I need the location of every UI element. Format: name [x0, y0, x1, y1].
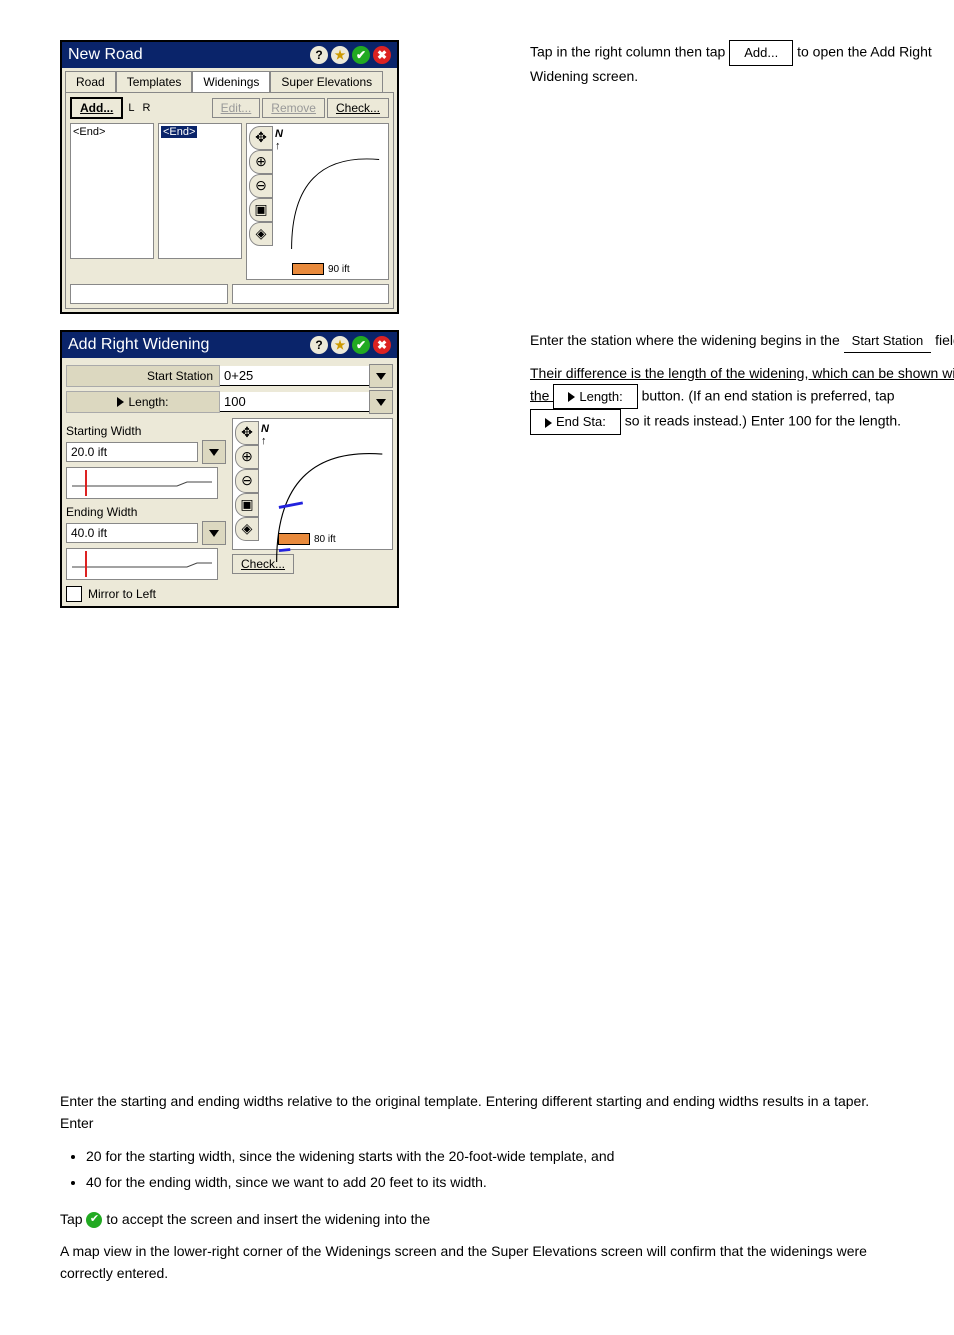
- body-text: Enter the starting and ending widths rel…: [60, 1090, 894, 1285]
- instruction-2: Enter the station where the widening beg…: [530, 330, 954, 435]
- star-icon[interactable]: ★: [331, 336, 349, 354]
- starting-width-dropdown[interactable]: [202, 440, 226, 464]
- pan-icon[interactable]: ✥: [235, 421, 259, 445]
- titlebar: Add Right Widening ? ★ ✔ ✖: [62, 332, 397, 358]
- end-sta-button-ref: End Sta:: [530, 409, 621, 435]
- start-station-dropdown[interactable]: [369, 364, 393, 388]
- close-icon[interactable]: ✖: [373, 46, 391, 64]
- tab-templates[interactable]: Templates: [116, 71, 193, 92]
- ok-icon: ✔: [86, 1212, 102, 1228]
- starting-width-input[interactable]: 20.0 ift: [66, 442, 198, 462]
- tab-road[interactable]: Road: [65, 71, 116, 92]
- tab-super-elevations[interactable]: Super Elevations: [270, 71, 383, 92]
- road-curve: [277, 142, 384, 249]
- zoom-out-icon[interactable]: ⊖: [235, 469, 259, 493]
- tab-widenings[interactable]: Widenings: [192, 71, 270, 92]
- start-station-ref: Start Station: [844, 330, 932, 353]
- help-icon[interactable]: ?: [310, 46, 328, 64]
- status-left: [70, 284, 228, 304]
- pan-icon[interactable]: ✥: [249, 126, 273, 150]
- length-toggle-button[interactable]: Length:: [66, 391, 220, 413]
- add-button[interactable]: Add...: [70, 97, 123, 119]
- help-icon[interactable]: ?: [310, 336, 328, 354]
- starting-width-preview: [66, 467, 218, 499]
- tab-strip: Road Templates Widenings Super Elevation…: [62, 68, 397, 92]
- right-list[interactable]: <End>: [158, 123, 242, 259]
- ending-width-label: Ending Width: [66, 505, 226, 519]
- zoom-extents-icon[interactable]: ▣: [249, 198, 273, 222]
- title-text: Add Right Widening: [68, 336, 209, 354]
- mirror-checkbox[interactable]: [66, 586, 82, 602]
- start-station-input[interactable]: 0+25: [220, 366, 369, 386]
- close-icon[interactable]: ✖: [373, 336, 391, 354]
- add-button-ref: Add...: [729, 40, 793, 66]
- length-button-ref: Length:: [553, 384, 637, 410]
- ending-width-dropdown[interactable]: [202, 521, 226, 545]
- zoom-in-icon[interactable]: ⊕: [249, 150, 273, 174]
- zoom-out-icon[interactable]: ⊖: [249, 174, 273, 198]
- ending-width-input[interactable]: 40.0 ift: [66, 523, 198, 543]
- length-dropdown[interactable]: [369, 390, 393, 414]
- left-list[interactable]: <End>: [70, 123, 154, 259]
- title-text: New Road: [68, 46, 143, 64]
- titlebar: New Road ? ★ ✔ ✖: [62, 42, 397, 68]
- remove-button: Remove: [262, 98, 325, 118]
- ending-width-preview: [66, 548, 218, 580]
- scale-bar: 80 ift: [278, 533, 336, 545]
- ok-icon[interactable]: ✔: [352, 336, 370, 354]
- tab-body: Add... L R Edit... Remove Check... <End>…: [65, 92, 394, 309]
- start-station-label: Start Station: [66, 365, 220, 387]
- zoom-extents-icon[interactable]: ▣: [235, 493, 259, 517]
- list-item: <End>: [161, 126, 197, 138]
- map-view[interactable]: ✥ ⊕ ⊖ ▣ ◈ N↑ 80 ift: [232, 418, 393, 550]
- ok-icon[interactable]: ✔: [352, 46, 370, 64]
- list-item: <End>: [73, 126, 105, 138]
- star-icon[interactable]: ★: [331, 46, 349, 64]
- zoom-in-icon[interactable]: ⊕: [235, 445, 259, 469]
- starting-width-label: Starting Width: [66, 424, 226, 438]
- map-view[interactable]: ✥ ⊕ ⊖ ▣ ◈ N↑ 90 ift: [246, 123, 389, 280]
- zoom-window-icon[interactable]: ◈: [235, 517, 259, 541]
- zoom-window-icon[interactable]: ◈: [249, 222, 273, 246]
- add-right-widening-dialog: Add Right Widening ? ★ ✔ ✖ Start Station…: [60, 330, 399, 608]
- status-right: [232, 284, 390, 304]
- new-road-dialog: New Road ? ★ ✔ ✖ Road Templates Widening…: [60, 40, 399, 314]
- list-item: 20 for the starting width, since the wid…: [86, 1145, 894, 1167]
- scale-bar: 90 ift: [292, 263, 350, 275]
- list-item: 40 for the ending width, since we want t…: [86, 1171, 894, 1193]
- mirror-label: Mirror to Left: [88, 587, 156, 601]
- check-button[interactable]: Check...: [327, 98, 389, 118]
- edit-button: Edit...: [212, 98, 261, 118]
- l-label: L: [125, 102, 137, 114]
- r-label: R: [139, 102, 153, 114]
- instruction-1: Tap in the right column then tap Add... …: [530, 40, 954, 87]
- length-input[interactable]: 100: [220, 392, 369, 412]
